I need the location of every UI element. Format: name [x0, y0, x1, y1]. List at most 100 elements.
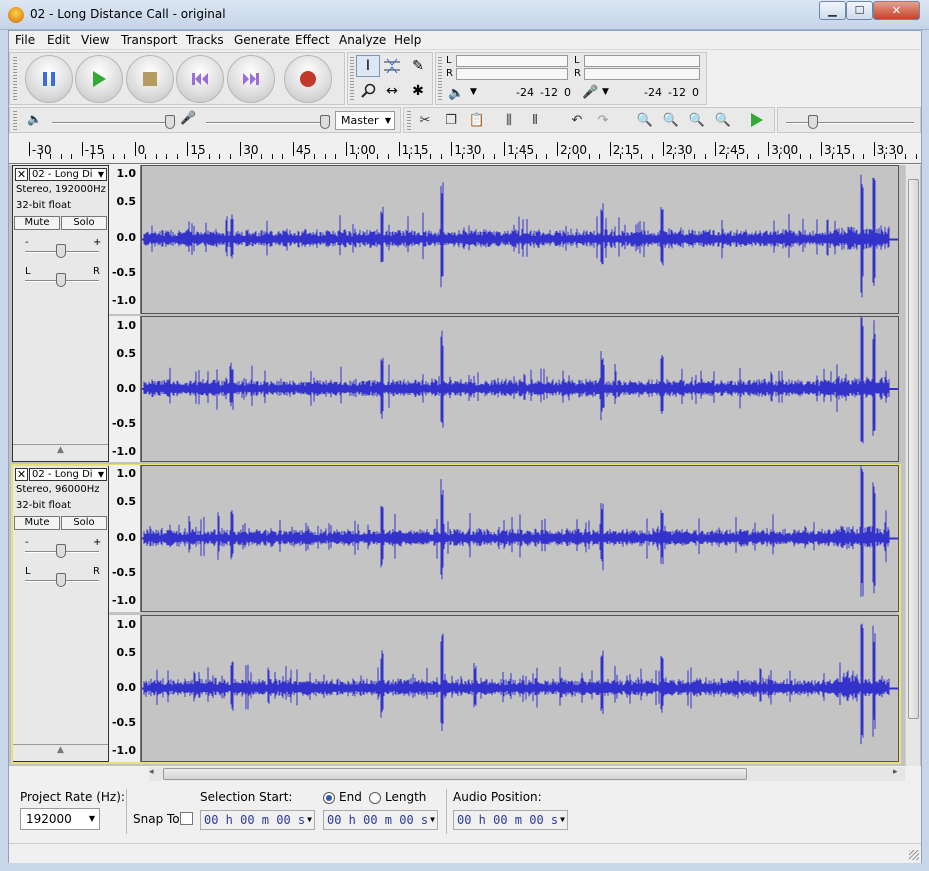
multi-tool[interactable]: ✱ [406, 80, 430, 102]
ruler-minor-tick [535, 154, 537, 159]
close-button[interactable]: ✕ [873, 1, 920, 20]
vertical-ruler[interactable]: 1.0 0.5 0.0 -0.5 -1.0 [109, 316, 141, 462]
stop-button[interactable] [126, 55, 174, 103]
record-button[interactable] [284, 55, 332, 103]
selection-end-field[interactable]: 00 h 00 m 00 s ▼ [323, 810, 438, 830]
redo-button[interactable]: ↷ [590, 108, 616, 132]
microphone-icon[interactable]: 🎤 [582, 85, 598, 100]
silence-button[interactable]: ⫴ [522, 108, 548, 132]
horizontal-scrollbar[interactable]: ◂ ▸ [149, 767, 905, 781]
maximize-button[interactable]: ☐ [846, 1, 873, 20]
selection-start-field[interactable]: 00 h 00 m 00 s ▼ [200, 810, 315, 830]
track-name-menu[interactable]: 02 - Long Di ▼ [29, 168, 107, 181]
timeline-ruler[interactable]: -30 -15 0 15 30 45 1:00 1:15 1:30 1:45 2:00 2:15 2:3… [9, 134, 921, 164]
output-volume-slider[interactable] [52, 122, 172, 124]
output-volume-thumb[interactable] [165, 115, 175, 129]
zoom-tool[interactable] [356, 80, 380, 102]
toolbar-grip[interactable] [350, 57, 354, 101]
cut-button[interactable]: ✂ [412, 108, 438, 132]
skip-to-start-button[interactable] [176, 55, 224, 103]
end-radio[interactable] [323, 792, 335, 804]
record-meter-right[interactable] [584, 68, 700, 80]
collapse-track-button[interactable]: ▲ [13, 744, 108, 761]
track-name-menu[interactable]: 02 - Long Di ▼ [29, 468, 107, 481]
menu-view[interactable]: View [81, 33, 109, 47]
play-button[interactable] [75, 55, 123, 103]
vertical-ruler[interactable]: 1.0 0.5 0.0 -0.5 -1.0 [109, 165, 141, 314]
fit-selection-button[interactable]: 🔍 [684, 108, 710, 132]
fit-project-button[interactable]: 🔍 [710, 108, 736, 132]
menu-generate[interactable]: Generate [234, 33, 290, 47]
project-rate-select[interactable]: 192000 ▼ [20, 808, 100, 830]
pause-button[interactable] [25, 55, 73, 103]
length-radio[interactable] [369, 792, 381, 804]
vertical-scrollbar[interactable] [905, 165, 920, 766]
waveform-channel[interactable] [141, 313, 899, 462]
waveform-channel[interactable] [141, 463, 899, 612]
scroll-right-arrow[interactable]: ▸ [893, 767, 898, 777]
paste-button[interactable]: 📋 [464, 108, 490, 132]
resize-grip[interactable] [909, 850, 919, 860]
input-volume-thumb[interactable] [320, 115, 330, 129]
close-track-button[interactable]: ✕ [15, 168, 28, 181]
menu-analyze[interactable]: Analyze [339, 33, 386, 47]
record-meter-left[interactable] [584, 55, 700, 67]
menu-edit[interactable]: Edit [47, 33, 70, 47]
draw-tool[interactable]: ✎ [406, 55, 430, 77]
solo-button[interactable]: Solo [61, 216, 107, 230]
vertical-ruler[interactable]: 1.0 0.5 0.0 -0.5 -1.0 [109, 615, 141, 762]
gain-slider-thumb[interactable] [56, 544, 66, 558]
playback-speed-thumb[interactable] [808, 115, 818, 129]
trim-button[interactable]: ⫼ [496, 108, 522, 132]
skip-to-end-button[interactable] [227, 55, 275, 103]
playback-meter-right[interactable] [456, 68, 568, 80]
selection-tool[interactable]: I [356, 55, 380, 77]
undo-button[interactable]: ↶ [564, 108, 590, 132]
vertical-ruler[interactable]: 1.0 0.5 0.0 -0.5 -1.0 [109, 465, 141, 612]
ruler-tick [451, 142, 453, 156]
toolbar-grip[interactable] [13, 57, 17, 101]
toolbar-grip[interactable] [407, 111, 411, 130]
pan-slider-thumb[interactable] [56, 273, 66, 287]
play-at-speed-button[interactable] [744, 108, 770, 132]
audio-position-field[interactable]: 00 h 00 m 00 s ▼ [453, 810, 568, 830]
record-meter-dropdown-arrow[interactable]: ▼ [602, 87, 609, 97]
menu-tracks[interactable]: Tracks [186, 33, 224, 47]
snap-to-checkbox[interactable] [180, 812, 193, 825]
mute-button[interactable]: Mute [14, 516, 60, 530]
zoom-out-button[interactable]: 🔍 [658, 108, 684, 132]
speaker-icon[interactable]: 🔈 [448, 86, 464, 101]
toolbar-grip[interactable] [438, 57, 442, 101]
horizontal-scrollbar-thumb[interactable] [163, 768, 747, 780]
scale-label: 0.0 [116, 382, 137, 395]
toolbar-grip[interactable] [13, 111, 17, 130]
waveform-channel[interactable] [141, 615, 899, 762]
playback-speed-slider[interactable] [786, 122, 914, 124]
zoom-in-button[interactable]: 🔍 [632, 108, 658, 132]
record-meter-right-label: R [574, 68, 581, 79]
close-track-button[interactable]: ✕ [15, 468, 28, 481]
menu-help[interactable]: Help [394, 33, 421, 47]
input-source-select[interactable]: Master ▼ [335, 111, 395, 130]
pencil-icon: ✎ [412, 58, 424, 74]
mute-button[interactable]: Mute [14, 216, 60, 230]
copy-button[interactable]: ❐ [438, 108, 464, 132]
menu-effect[interactable]: Effect [295, 33, 330, 47]
gain-slider-thumb[interactable] [56, 244, 66, 258]
collapse-track-button[interactable]: ▲ [13, 444, 108, 461]
minimize-button[interactable]: ▁ [819, 1, 846, 20]
solo-button[interactable]: Solo [61, 516, 107, 530]
waveform-channel[interactable] [141, 165, 899, 314]
vertical-scrollbar-thumb[interactable] [908, 179, 919, 719]
ruler-minor-tick [271, 154, 273, 159]
playback-meter-left[interactable] [456, 55, 568, 67]
menu-file[interactable]: File [15, 33, 35, 47]
playback-meter-dropdown-arrow[interactable]: ▼ [470, 87, 477, 97]
input-volume-slider[interactable] [206, 122, 326, 124]
pan-slider-thumb[interactable] [56, 573, 66, 587]
envelope-tool[interactable] [380, 55, 404, 77]
menu-transport[interactable]: Transport [121, 33, 177, 47]
app-client-area: File Edit View Transport Tracks Generate… [8, 30, 922, 863]
scroll-left-arrow[interactable]: ◂ [149, 767, 154, 777]
time-shift-tool[interactable]: ↔ [380, 80, 404, 102]
